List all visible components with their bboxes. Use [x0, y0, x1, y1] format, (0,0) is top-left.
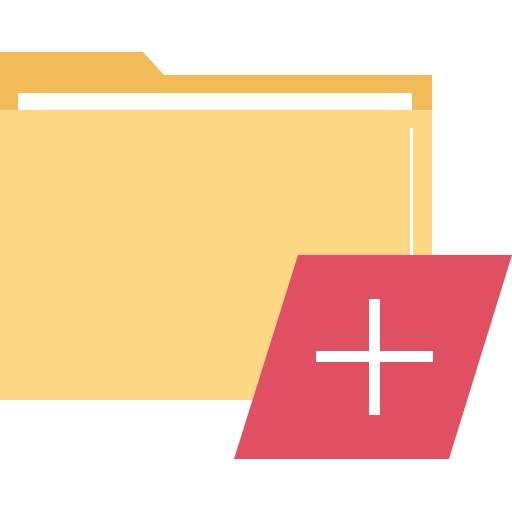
folder-paper-edge	[410, 128, 413, 258]
plus-horizontal	[316, 351, 433, 362]
add-folder-graphic	[0, 52, 512, 459]
add-folder-icon	[0, 0, 512, 512]
